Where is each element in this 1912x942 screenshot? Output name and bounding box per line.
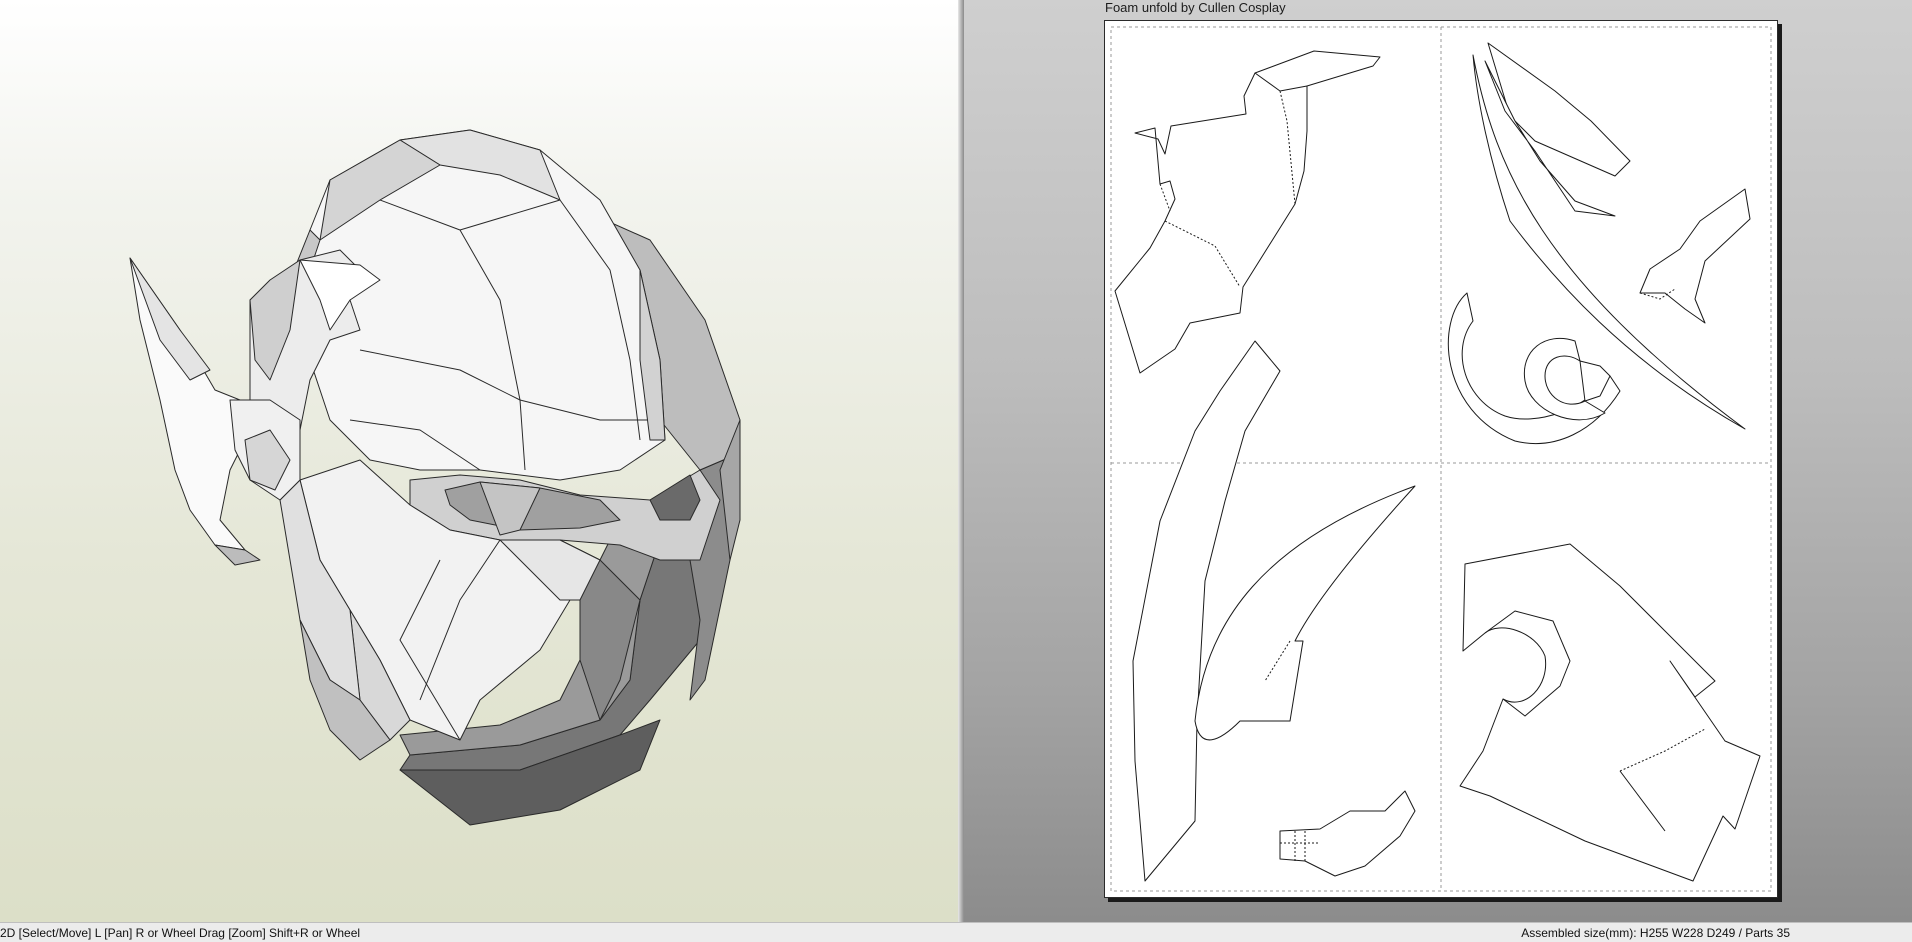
status-assembled-size: Assembled size(mm): H255 W228 D249 / Par… xyxy=(1521,926,1790,940)
status-hint: 2D [Select/Move] L [Pan] R or Wheel Drag… xyxy=(0,926,361,940)
pattern-credit: Foam unfold by Cullen Cosplay xyxy=(1105,0,1286,15)
unfold-part-5[interactable] xyxy=(1639,188,1751,324)
2d-view-pane[interactable]: Foam unfold by Cullen Cosplay xyxy=(964,0,1912,922)
helmet-3d-model[interactable] xyxy=(0,0,958,922)
3d-view-pane[interactable] xyxy=(0,0,958,922)
unfold-parts[interactable] xyxy=(1105,21,1777,897)
unfold-part-10[interactable] xyxy=(1194,485,1416,741)
unfold-part-11[interactable] xyxy=(1279,790,1416,877)
status-bar: 2D [Select/Move] L [Pan] R or Wheel Drag… xyxy=(0,922,1912,942)
unfold-part-1[interactable] xyxy=(1114,50,1381,374)
paper-sheet[interactable] xyxy=(1104,20,1778,898)
unfold-part-12[interactable] xyxy=(1459,543,1761,882)
